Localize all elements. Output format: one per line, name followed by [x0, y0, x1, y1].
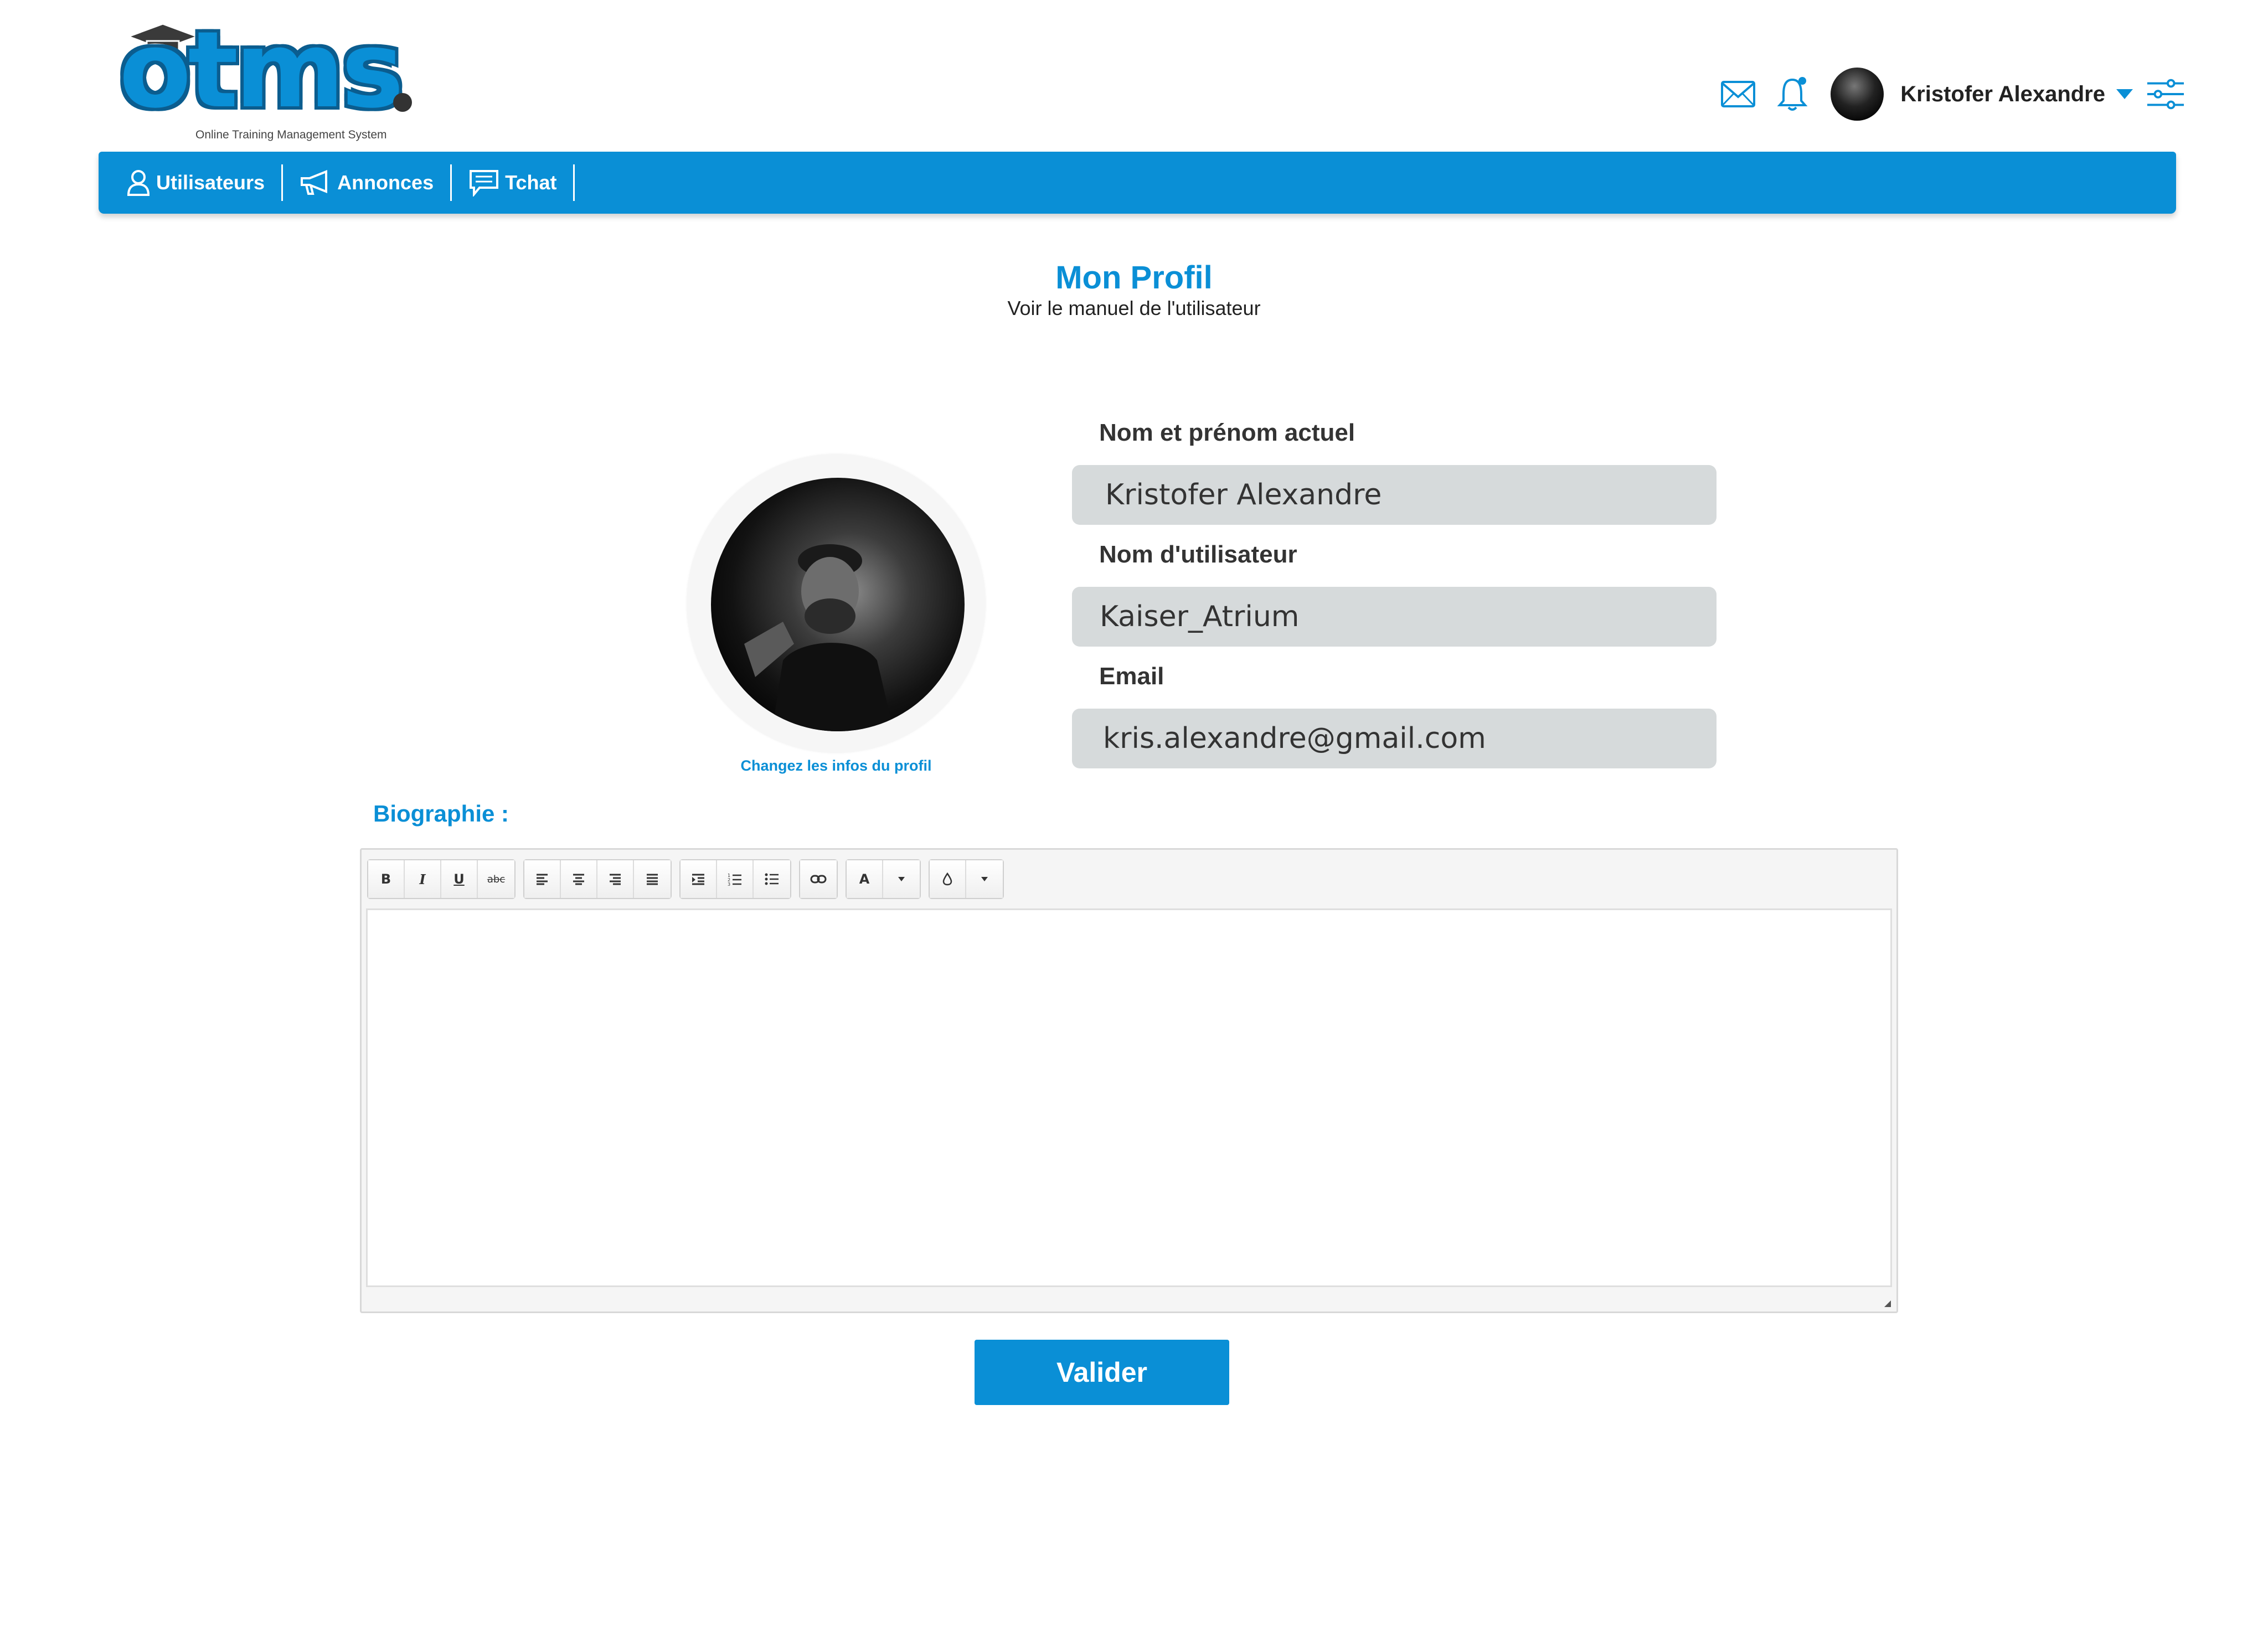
- main-navbar: Utilisateurs Annonces Tchat: [99, 152, 2176, 214]
- settings-sliders-icon[interactable]: [2146, 75, 2185, 113]
- format-group: B I U abc: [367, 859, 516, 899]
- logo-tagline: Online Training Management System: [195, 128, 387, 141]
- logo-wordmark: otms: [115, 9, 408, 131]
- highlight-group: [929, 859, 1004, 899]
- ordered-list-icon[interactable]: 123: [717, 860, 754, 898]
- otms-logo[interactable]: otms Online Training Management System: [114, 9, 424, 141]
- nav-divider: [573, 164, 575, 201]
- logo-dot: [393, 93, 412, 112]
- bold-button[interactable]: B: [368, 860, 405, 898]
- align-right-icon[interactable]: [597, 860, 634, 898]
- align-justify-icon[interactable]: [634, 860, 671, 898]
- nav-item-tchat[interactable]: Tchat: [468, 163, 573, 202]
- indent-icon[interactable]: [681, 860, 717, 898]
- change-profile-link[interactable]: Changez les infos du profil: [687, 757, 986, 774]
- align-group: [523, 859, 672, 899]
- biography-label: Biographie :: [373, 801, 509, 827]
- fullname-label: Nom et prénom actuel: [1099, 419, 1355, 446]
- underline-button[interactable]: U: [441, 860, 478, 898]
- align-left-icon[interactable]: [524, 860, 561, 898]
- user-icon: [127, 170, 150, 196]
- link-icon[interactable]: [800, 860, 837, 898]
- mail-icon[interactable]: [1719, 75, 1757, 113]
- avatar[interactable]: [1831, 68, 1884, 121]
- highlight-dropdown-icon[interactable]: [966, 860, 1003, 898]
- fullname-field[interactable]: Kristofer Alexandre: [1072, 465, 1717, 525]
- svg-text:3: 3: [728, 882, 730, 886]
- resize-handle-icon[interactable]: [1884, 1300, 1891, 1307]
- font-color-button[interactable]: A: [847, 860, 883, 898]
- strikethrough-button[interactable]: abc: [478, 860, 514, 898]
- nav-label: Tchat: [505, 171, 557, 194]
- bell-icon[interactable]: [1773, 75, 1812, 113]
- email-label: Email: [1099, 663, 1164, 690]
- editor-toolbar: B I U abc 123 A: [367, 858, 1012, 901]
- megaphone-icon: [301, 170, 328, 195]
- header-user-area: Kristofer Alexandre: [1719, 61, 2185, 127]
- nav-item-utilisateurs[interactable]: Utilisateurs: [126, 163, 281, 202]
- font-color-group: A: [846, 859, 921, 899]
- nav-divider: [281, 164, 284, 201]
- nav-label: Annonces: [337, 171, 434, 194]
- list-group: 123: [679, 859, 791, 899]
- profile-picture[interactable]: [711, 478, 965, 731]
- submit-button[interactable]: Valider: [975, 1340, 1229, 1405]
- nav-label: Utilisateurs: [156, 171, 265, 194]
- biography-editor: B I U abc 123 A: [360, 848, 1898, 1313]
- chat-icon: [470, 170, 499, 197]
- font-color-dropdown-icon[interactable]: [883, 860, 920, 898]
- header-username[interactable]: Kristofer Alexandre: [1900, 82, 2105, 107]
- nav-divider: [450, 164, 452, 201]
- user-manual-link[interactable]: Voir le manuel de l'utilisateur: [0, 297, 2268, 320]
- link-group: [799, 859, 838, 899]
- align-center-icon[interactable]: [561, 860, 597, 898]
- chevron-down-icon[interactable]: [2116, 89, 2133, 99]
- biography-textarea[interactable]: [366, 908, 1892, 1287]
- color-drop-icon[interactable]: [930, 860, 966, 898]
- page-title: Mon Profil: [1055, 260, 1213, 296]
- username-field[interactable]: Kaiser_Atrium: [1072, 587, 1717, 647]
- nav-item-annonces[interactable]: Annonces: [300, 163, 450, 202]
- bullet-list-icon[interactable]: [754, 860, 790, 898]
- italic-button[interactable]: I: [405, 860, 441, 898]
- username-label: Nom d'utilisateur: [1099, 541, 1297, 568]
- email-field[interactable]: kris.alexandre@gmail.com: [1072, 709, 1717, 768]
